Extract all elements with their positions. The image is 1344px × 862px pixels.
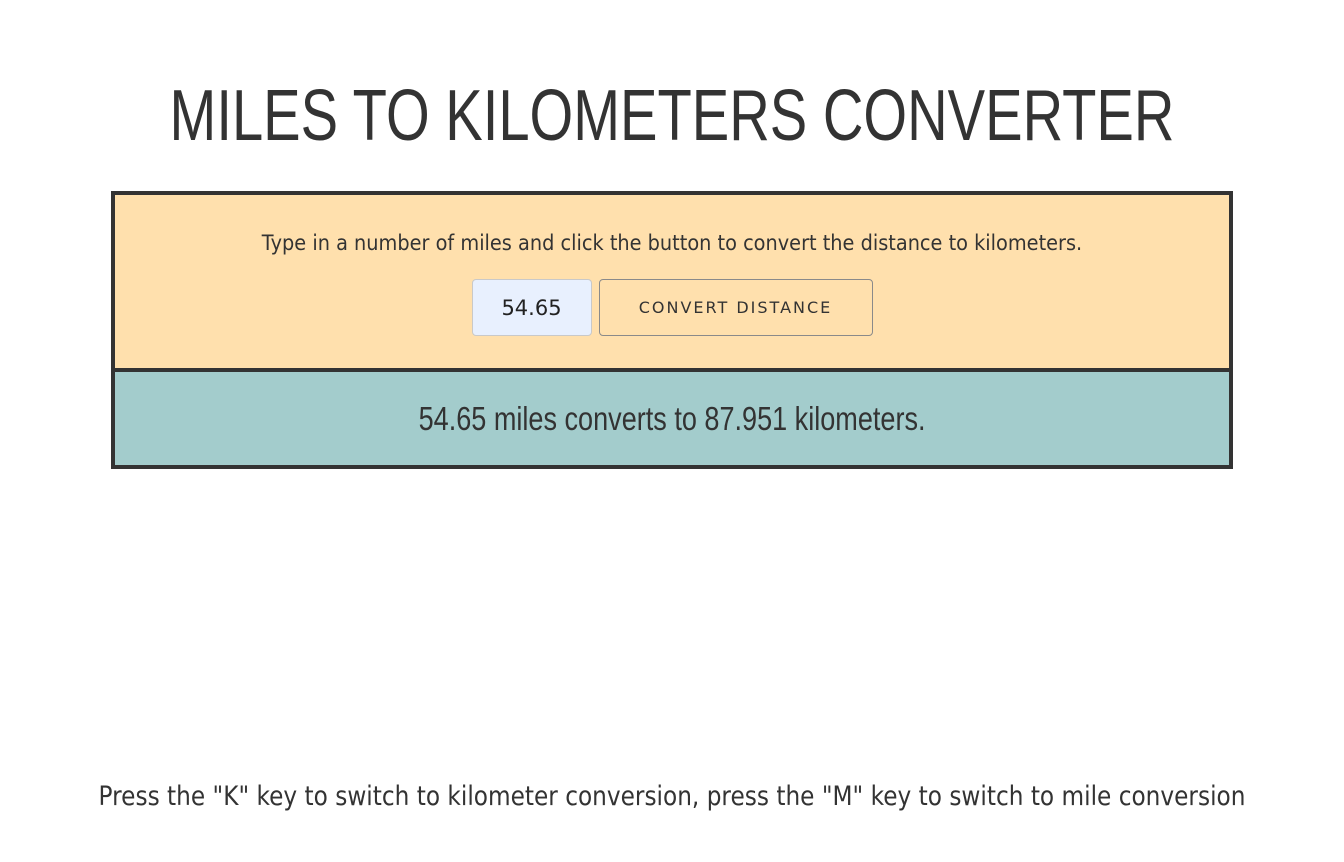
conversion-result: 54.65 miles converts to 87.951 kilometer…: [418, 399, 926, 437]
result-panel: 54.65 miles converts to 87.951 kilometer…: [115, 372, 1229, 465]
keyboard-hint: Press the "K" key to switch to kilometer…: [98, 781, 1246, 812]
input-panel: Type in a number of miles and click the …: [115, 195, 1229, 372]
converter-box: Type in a number of miles and click the …: [111, 191, 1233, 469]
miles-input[interactable]: [471, 279, 592, 336]
page: MILES TO KILOMETERS CONVERTER Type in a …: [0, 0, 1344, 862]
instructions-text: Type in a number of miles and click the …: [261, 231, 1083, 255]
convert-distance-button[interactable]: CONVERT DISTANCE: [598, 279, 873, 336]
page-title: MILES TO KILOMETERS CONVERTER: [169, 76, 1175, 156]
converter-controls: CONVERT DISTANCE: [115, 279, 1229, 336]
